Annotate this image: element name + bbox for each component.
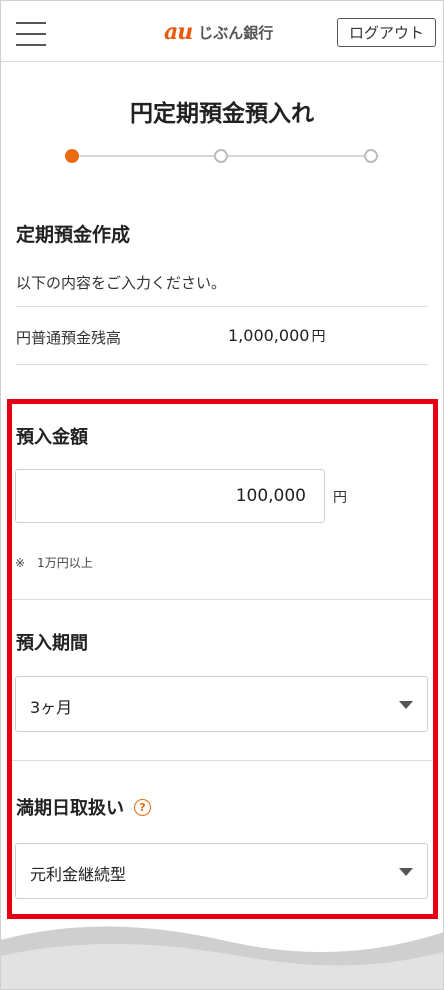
- instruction-text: 以下の内容をご入力ください。: [16, 274, 227, 292]
- question-circle-icon[interactable]: ?: [134, 798, 151, 816]
- amount-input[interactable]: [15, 469, 325, 523]
- maturity-selected-value: 元利金継続型: [30, 865, 127, 884]
- balance-value-row: 1,000,000 円: [228, 326, 325, 346]
- divider: [12, 760, 432, 761]
- amount-note: ※ 1万円以上: [15, 556, 93, 570]
- app-header: au じぶん銀行 ログアウト: [0, 0, 444, 62]
- maturity-select[interactable]: 元利金継続型: [15, 843, 428, 899]
- au-jibun-bank-logo: au じぶん銀行: [164, 19, 274, 45]
- balance-label: 円普通預金残高: [16, 329, 122, 347]
- period-selected-value: 3ヶ月: [30, 698, 73, 717]
- maturity-label-text: 満期日取扱い: [16, 798, 124, 819]
- period-label: 預入期間: [16, 629, 88, 655]
- step-1-dot-active: [65, 149, 79, 163]
- bottom-wave-decoration: [0, 926, 444, 990]
- logo-au-text: au: [164, 19, 193, 45]
- hamburger-menu-icon[interactable]: [16, 22, 46, 48]
- step-2-dot: [214, 149, 228, 163]
- period-label-text: 預入期間: [16, 633, 88, 654]
- logout-button[interactable]: ログアウト: [337, 18, 436, 47]
- period-select[interactable]: 3ヶ月: [15, 676, 428, 732]
- section-title: 定期預金作成: [16, 224, 131, 246]
- logo-bank-text: じぶん銀行: [198, 23, 274, 42]
- progress-stepper: [65, 149, 378, 163]
- chevron-down-icon: [399, 868, 413, 876]
- amount-unit: 円: [333, 490, 347, 506]
- divider: [16, 364, 428, 365]
- amount-label-text: 預入金額: [16, 427, 88, 448]
- divider: [16, 306, 428, 307]
- balance-value: 1,000,000: [228, 326, 310, 345]
- chevron-down-icon: [399, 701, 413, 709]
- balance-unit: 円: [311, 329, 326, 345]
- maturity-label: 満期日取扱い ?: [16, 794, 151, 820]
- page-title: 円定期預金預入れ: [130, 101, 314, 127]
- amount-label: 預入金額: [16, 423, 88, 449]
- divider: [12, 599, 432, 600]
- step-3-dot: [364, 149, 378, 163]
